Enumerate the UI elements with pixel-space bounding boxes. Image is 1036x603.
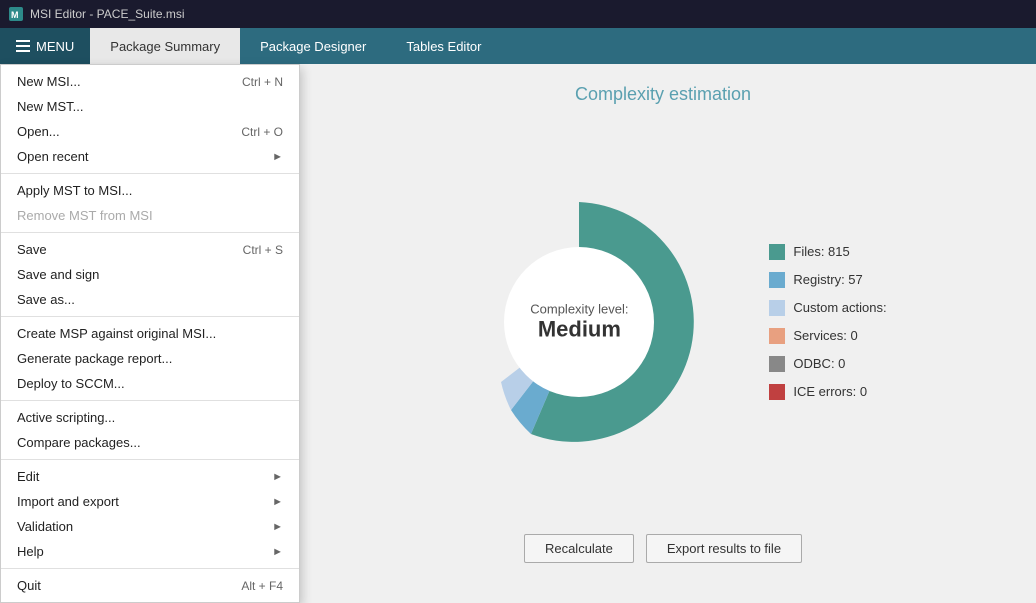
divider-2 [1, 232, 299, 233]
tab-package-designer[interactable]: Package Designer [240, 28, 386, 64]
menu-item-open-recent[interactable]: Open recent ► [1, 144, 299, 169]
menu-item-save-sign[interactable]: Save and sign [1, 262, 299, 287]
chart-title: Complexity estimation [575, 84, 751, 105]
menu-item-active-scripting[interactable]: Active scripting... [1, 405, 299, 430]
menu-item-remove-mst: Remove MST from MSI [1, 203, 299, 228]
menu-item-new-msi[interactable]: New MSI... Ctrl + N [1, 69, 299, 94]
msi-icon: M [8, 6, 24, 22]
menu-button[interactable]: MENU [0, 28, 90, 64]
legend-color-registry [769, 272, 785, 288]
divider-3 [1, 316, 299, 317]
legend-item-ice-errors: ICE errors: 0 [769, 384, 886, 400]
tab-package-summary[interactable]: Package Summary [90, 28, 240, 64]
hamburger-icon [16, 40, 30, 52]
menu-item-new-mst[interactable]: New MST... [1, 94, 299, 119]
menu-item-create-msp[interactable]: Create MSP against original MSI... [1, 321, 299, 346]
recalculate-button[interactable]: Recalculate [524, 534, 634, 563]
export-results-button[interactable]: Export results to file [646, 534, 802, 563]
legend-item-services: Services: 0 [769, 328, 886, 344]
menu-item-quit[interactable]: Quit Alt + F4 [1, 573, 299, 598]
menu-item-compare-packages[interactable]: Compare packages... [1, 430, 299, 455]
divider-1 [1, 173, 299, 174]
menu-item-save-as[interactable]: Save as... [1, 287, 299, 312]
menu-item-validation[interactable]: Validation ► [1, 514, 299, 539]
menu-label: MENU [36, 39, 74, 54]
tab-tables-editor[interactable]: Tables Editor [386, 28, 501, 64]
menu-item-help[interactable]: Help ► [1, 539, 299, 564]
legend-color-ice-errors [769, 384, 785, 400]
menu-item-apply-mst[interactable]: Apply MST to MSI... [1, 178, 299, 203]
menu-item-save[interactable]: Save Ctrl + S [1, 237, 299, 262]
menu-item-open[interactable]: Open... Ctrl + O [1, 119, 299, 144]
svg-text:M: M [11, 10, 19, 20]
bottom-buttons: Recalculate Export results to file [524, 518, 802, 579]
legend-item-files: Files: 815 [769, 244, 886, 260]
divider-4 [1, 400, 299, 401]
legend-color-services [769, 328, 785, 344]
legend-color-files [769, 244, 785, 260]
title-bar: M MSI Editor - PACE_Suite.msi [0, 0, 1036, 28]
menu-item-deploy-sccm[interactable]: Deploy to SCCM... [1, 371, 299, 396]
divider-6 [1, 568, 299, 569]
title-bar-text: MSI Editor - PACE_Suite.msi [30, 7, 185, 21]
donut-chart: Complexity level: Medium [439, 182, 719, 462]
menu-item-edit[interactable]: Edit ► [1, 464, 299, 489]
menu-item-import-export[interactable]: Import and export ► [1, 489, 299, 514]
chart-row: Complexity level: Medium Files: 815 Regi… [310, 125, 1016, 518]
legend-color-odbc [769, 356, 785, 372]
dropdown-menu: New MSI... Ctrl + N New MST... Open... C… [0, 64, 300, 603]
chart-legend: Files: 815 Registry: 57 Custom actions: … [769, 244, 886, 400]
divider-5 [1, 459, 299, 460]
donut-svg [439, 182, 719, 462]
menu-item-generate-report[interactable]: Generate package report... [1, 346, 299, 371]
legend-item-registry: Registry: 57 [769, 272, 886, 288]
nav-bar: MENU Package Summary Package Designer Ta… [0, 28, 1036, 64]
legend-item-odbc: ODBC: 0 [769, 356, 886, 372]
legend-color-custom-actions [769, 300, 785, 316]
legend-item-custom-actions: Custom actions: [769, 300, 886, 316]
